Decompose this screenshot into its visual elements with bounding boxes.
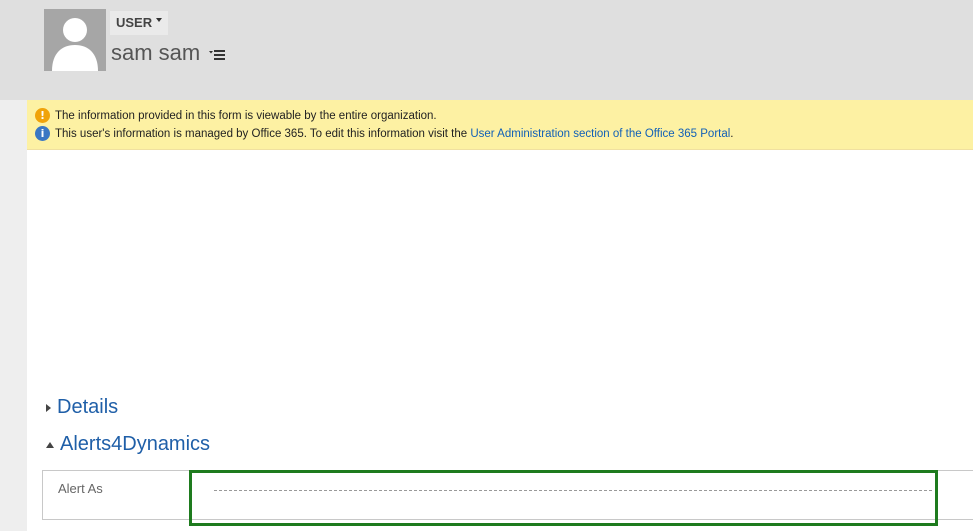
- section-alerts4dynamics-title: Alerts4Dynamics: [60, 433, 211, 455]
- section-alerts4dynamics-toggle[interactable]: Alerts4Dynamics: [46, 433, 210, 456]
- info-text-suffix: .: [730, 127, 734, 140]
- office365-portal-link[interactable]: User Administration section of the Offic…: [470, 128, 730, 140]
- entity-type-selector[interactable]: USER: [110, 11, 169, 35]
- info-text-prefix: This user's information is managed by Of…: [55, 127, 471, 140]
- user-avatar[interactable]: [44, 9, 106, 71]
- record-name: sam sam: [111, 40, 201, 65]
- collapse-arrow-icon: [46, 441, 54, 448]
- warning-icon: !: [35, 108, 50, 123]
- warning-notification: ! The information provided in this form …: [35, 108, 437, 123]
- info-icon: i: [35, 126, 50, 141]
- caret-down-icon: [156, 18, 163, 22]
- left-nav-strip: [0, 100, 27, 531]
- notification-bar: ! The information provided in this form …: [27, 100, 973, 150]
- form-selector-menu-icon[interactable]: [209, 48, 227, 62]
- warning-text: The information provided in this form is…: [55, 109, 437, 122]
- section-details-title: Details: [57, 396, 119, 418]
- info-notification: i This user's information is managed by …: [35, 126, 734, 141]
- entity-type-label: USER: [116, 15, 153, 30]
- highlight-box: [189, 470, 938, 526]
- alert-as-label: Alert As: [58, 481, 103, 496]
- person-icon: [52, 18, 98, 71]
- section-details-toggle[interactable]: Details: [46, 396, 118, 419]
- info-text: This user's information is managed by Of…: [55, 128, 734, 140]
- expand-arrow-icon: [46, 403, 51, 412]
